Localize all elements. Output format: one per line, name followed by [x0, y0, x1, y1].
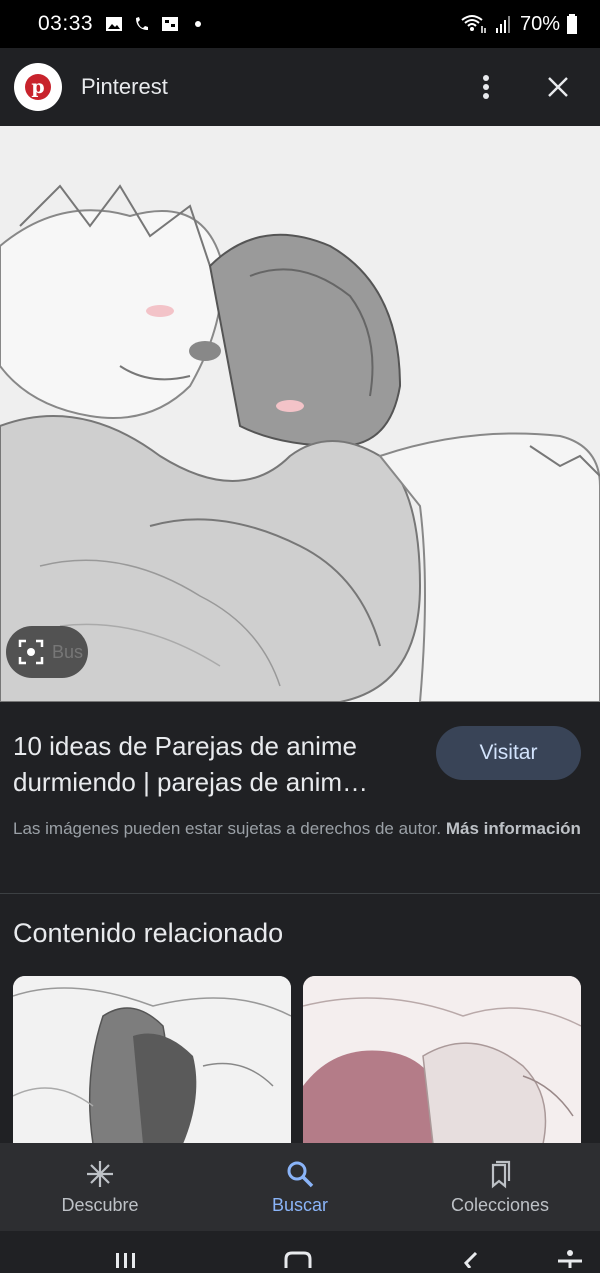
home-icon[interactable]	[284, 1251, 312, 1268]
nav-search[interactable]: Buscar	[200, 1143, 400, 1231]
status-bar: 03:33 70%	[0, 0, 600, 48]
status-time: 03:33	[38, 12, 94, 35]
more-vert-icon	[483, 75, 489, 99]
asterisk-icon	[87, 1160, 113, 1187]
app-bar: p Pinterest	[0, 48, 600, 126]
main-image[interactable]: Bus	[0, 126, 600, 702]
status-right: 70%	[460, 13, 578, 36]
system-navigation-bar	[0, 1231, 600, 1269]
pinterest-logo-mark: p	[25, 74, 51, 100]
media-icon	[162, 17, 179, 31]
notification-icons	[105, 16, 207, 32]
nav-search-label: Buscar	[271, 1194, 329, 1215]
nav-discover-label: Descubre	[61, 1194, 139, 1215]
battery-percent: 70%	[519, 12, 560, 35]
related-thumbnail[interactable]	[13, 976, 291, 1144]
nav-discover[interactable]: Descubre	[0, 1143, 200, 1231]
copyright-text: Las imágenes pueden estar sujetas a dere…	[13, 819, 446, 838]
recent-apps-icon[interactable]	[116, 1253, 135, 1268]
bookmark-icon	[491, 1160, 511, 1188]
related-image-sketch	[13, 976, 291, 1144]
dot-icon	[195, 21, 202, 27]
result-title[interactable]: 10 ideas de Parejas de anime durmiendo |…	[13, 728, 423, 800]
related-image-sketch	[303, 976, 581, 1144]
visual-search-chip[interactable]: Bus	[6, 626, 88, 678]
pinterest-logo: p	[14, 63, 62, 111]
source-title: Pinterest	[81, 74, 168, 99]
related-content-heading: Contenido relacionado	[13, 918, 284, 948]
copyright-notice: Las imágenes pueden estar sujetas a dere…	[13, 816, 583, 842]
result-info: 10 ideas de Parejas de anime durmiendo |…	[0, 702, 600, 894]
close-icon	[548, 77, 568, 97]
signal-icon	[495, 16, 510, 33]
gallery-icon	[106, 17, 123, 31]
close-button[interactable]	[542, 71, 574, 103]
nav-collections[interactable]: Colecciones	[400, 1143, 600, 1231]
anime-couple-sketch	[0, 126, 600, 702]
visual-search-label: Bus	[52, 641, 84, 662]
visit-button[interactable]: Visitar	[436, 726, 581, 780]
bottom-navigation: Descubre Buscar Colecciones	[0, 1143, 600, 1231]
nav-collections-label: Colecciones	[450, 1194, 550, 1215]
more-options-button[interactable]	[470, 71, 502, 103]
lens-icon	[18, 639, 44, 665]
system-nav-icons	[116, 1250, 582, 1269]
battery-icon	[567, 14, 577, 34]
more-info-link[interactable]: Más información	[446, 819, 581, 838]
back-icon[interactable]	[463, 1251, 478, 1269]
wifi-icon	[461, 15, 486, 33]
search-icon	[287, 1161, 314, 1187]
related-thumbnail[interactable]	[303, 976, 581, 1144]
accessibility-icon[interactable]	[558, 1250, 582, 1268]
phone-icon	[136, 17, 149, 30]
